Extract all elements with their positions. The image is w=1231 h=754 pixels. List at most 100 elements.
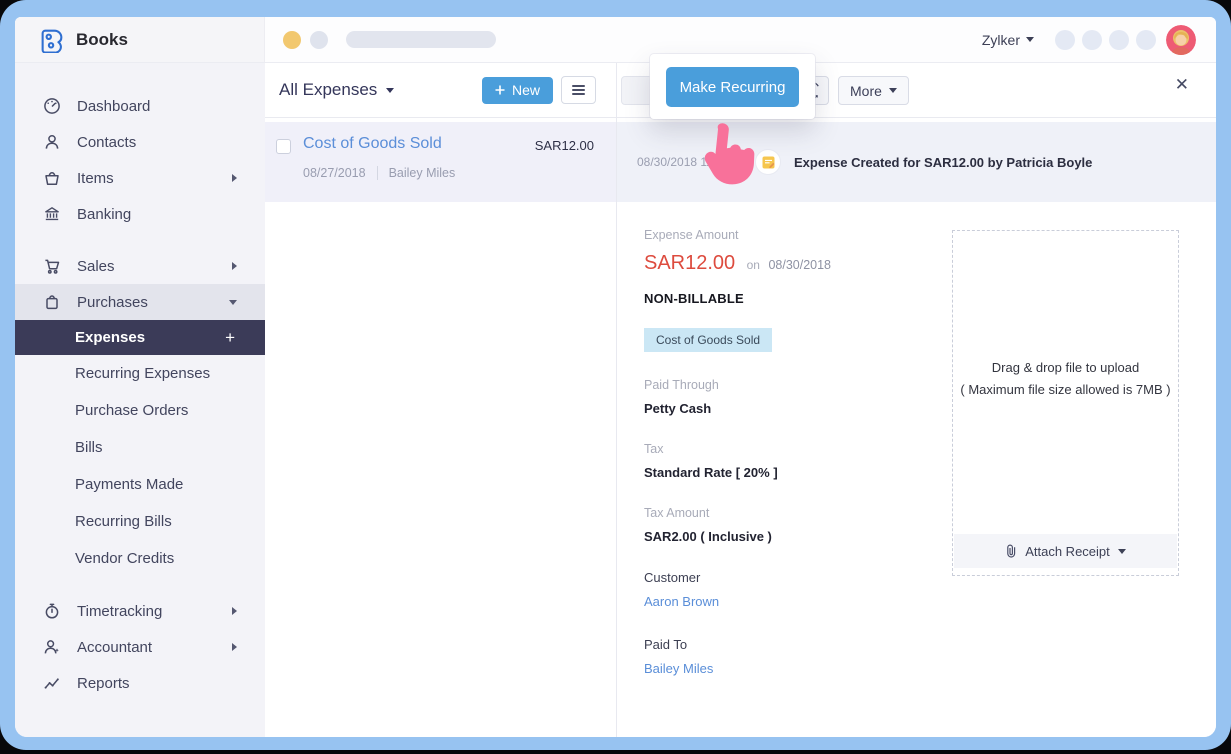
gray-dot — [310, 31, 328, 49]
search-bar-placeholder — [346, 31, 496, 48]
books-logo-icon — [39, 26, 66, 53]
items-icon — [42, 169, 61, 187]
sidebar-item-label: Purchases — [77, 294, 148, 311]
expense-list-column: All Expenses New Co — [265, 63, 617, 737]
expense-title-link[interactable]: Cost of Goods Sold — [303, 135, 442, 153]
main-area: Dashboard Contacts Items Banking — [15, 63, 1216, 737]
expense-contact: Bailey Miles — [377, 166, 456, 180]
sidebar-item-bills[interactable]: Bills — [15, 429, 265, 466]
upload-instructions: Drag & drop file to upload ( Maximum fil… — [953, 357, 1178, 401]
note-icon — [755, 149, 781, 175]
list-view-toggle-button[interactable] — [561, 76, 596, 104]
expense-detail-column: $ More ✕ 08/30/2018 11:27 Expense Create… — [617, 63, 1216, 737]
screenshot-stage: Books Zylker — [0, 0, 1231, 754]
sidebar-item-recurring-expenses[interactable]: Recurring Expenses — [15, 355, 265, 392]
expense-subline: 08/27/2018 Bailey Miles — [303, 166, 455, 180]
chevron-down-icon — [1118, 549, 1126, 554]
sidebar-item-expenses-selected[interactable]: Expenses + — [15, 320, 265, 355]
sidebar-item-dashboard[interactable]: Dashboard — [15, 88, 265, 124]
brand-logo-area[interactable]: Books — [15, 17, 265, 62]
paid-to-link[interactable]: Bailey Miles — [644, 661, 713, 676]
topbar-right: Zylker — [982, 25, 1216, 55]
topbar-icon-placeholder — [1055, 30, 1075, 50]
accountant-icon — [42, 638, 61, 656]
history-timestamp: 08/30/2018 11:27 — [637, 155, 755, 169]
expense-list-item[interactable]: Cost of Goods Sold SAR12.00 08/27/2018 B… — [265, 122, 616, 202]
expense-filter-dropdown[interactable]: All Expenses — [279, 80, 394, 100]
sales-icon — [42, 257, 61, 275]
customer-link[interactable]: Aaron Brown — [644, 594, 719, 609]
sidebar-item-contacts[interactable]: Contacts — [15, 124, 265, 160]
window-frame: Books Zylker — [0, 0, 1231, 750]
more-button[interactable]: More — [838, 76, 909, 105]
attach-receipt-button[interactable]: Attach Receipt — [954, 534, 1177, 568]
sidebar-item-vendor-credits[interactable]: Vendor Credits — [15, 540, 265, 577]
sidebar-item-reports[interactable]: Reports — [15, 665, 265, 701]
expense-amount-value: SAR12.00 — [644, 252, 735, 274]
paid-to-field: Paid To Bailey Miles — [644, 637, 1216, 678]
expense-detail-body: Expense Amount SAR12.00 on 08/30/2018 NO… — [617, 202, 1216, 737]
row-checkbox[interactable] — [276, 139, 291, 154]
sidebar-item-purchase-orders[interactable]: Purchase Orders — [15, 392, 265, 429]
sidebar-item-label: Timetracking — [77, 603, 162, 620]
sidebar-item-label: Accountant — [77, 639, 152, 656]
expense-date: 08/27/2018 — [303, 166, 366, 180]
timetracking-icon — [42, 602, 61, 620]
sidebar-item-label: Items — [77, 170, 114, 187]
sidebar-item-purchases[interactable]: Purchases — [15, 284, 265, 320]
close-icon[interactable]: ✕ — [1169, 75, 1195, 94]
sidebar-item-label: Dashboard — [77, 98, 150, 115]
sidebar-item-recurring-bills[interactable]: Recurring Bills — [15, 503, 265, 540]
category-tag: Cost of Goods Sold — [644, 328, 772, 352]
topbar-decoration — [283, 31, 496, 49]
reports-icon — [42, 674, 61, 692]
purchases-icon — [42, 293, 61, 311]
history-entry: 08/30/2018 11:27 Expense Created for SAR… — [617, 122, 1216, 202]
sidebar-item-label: Contacts — [77, 134, 136, 151]
topbar-icon-placeholder — [1082, 30, 1102, 50]
sidebar-item-items[interactable]: Items — [15, 160, 265, 196]
sidebar-item-sales[interactable]: Sales — [15, 248, 265, 284]
contacts-icon — [42, 133, 61, 151]
topbar-icon-placeholder — [1136, 30, 1156, 50]
sidebar-item-timetracking[interactable]: Timetracking — [15, 593, 265, 629]
books-app: Books Zylker — [15, 17, 1216, 737]
receipt-upload-dropzone[interactable]: Drag & drop file to upload ( Maximum fil… — [952, 230, 1179, 576]
plus-icon — [495, 85, 505, 95]
topbar: Books Zylker — [15, 17, 1216, 63]
chevron-right-icon — [232, 174, 237, 182]
chevron-down-icon — [229, 300, 237, 305]
new-expense-button[interactable]: New — [482, 77, 553, 104]
yellow-dot — [283, 31, 301, 49]
sidebar-item-payments-made[interactable]: Payments Made — [15, 466, 265, 503]
banking-icon — [42, 205, 61, 223]
sidebar-item-label: Expenses — [75, 329, 145, 346]
brand-label: Books — [76, 30, 128, 50]
chevron-right-icon — [232, 262, 237, 270]
chevron-right-icon — [232, 607, 237, 615]
chevron-right-icon — [232, 643, 237, 651]
sidebar: Dashboard Contacts Items Banking — [15, 63, 265, 737]
sidebar-item-label: Sales — [77, 258, 115, 275]
paperclip-icon — [1005, 543, 1017, 559]
sidebar-item-banking[interactable]: Banking — [15, 196, 265, 232]
expense-amount: SAR12.00 — [535, 138, 594, 153]
content-area: All Expenses New Co — [265, 63, 1216, 737]
dashboard-icon — [42, 97, 61, 115]
topbar-icon-placeholder — [1109, 30, 1129, 50]
user-avatar[interactable] — [1166, 25, 1196, 55]
make-recurring-button[interactable]: Make Recurring — [666, 67, 799, 107]
make-recurring-popup: Make Recurring — [650, 54, 815, 119]
sidebar-item-label: Reports — [77, 675, 130, 692]
chevron-down-icon — [889, 88, 897, 93]
customer-field: Customer Aaron Brown — [644, 570, 1216, 611]
org-selector[interactable]: Zylker — [982, 32, 1034, 48]
add-expense-plus-icon[interactable]: + — [225, 329, 235, 346]
sidebar-item-accountant[interactable]: Accountant — [15, 629, 265, 665]
chevron-down-icon — [386, 88, 394, 93]
list-toolbar: All Expenses New — [265, 63, 616, 118]
hamburger-icon — [572, 89, 585, 91]
expense-date-value: 08/30/2018 — [768, 258, 831, 272]
chevron-down-icon — [1026, 37, 1034, 42]
history-event-text: Expense Created for SAR12.00 by Patricia… — [794, 155, 1092, 170]
